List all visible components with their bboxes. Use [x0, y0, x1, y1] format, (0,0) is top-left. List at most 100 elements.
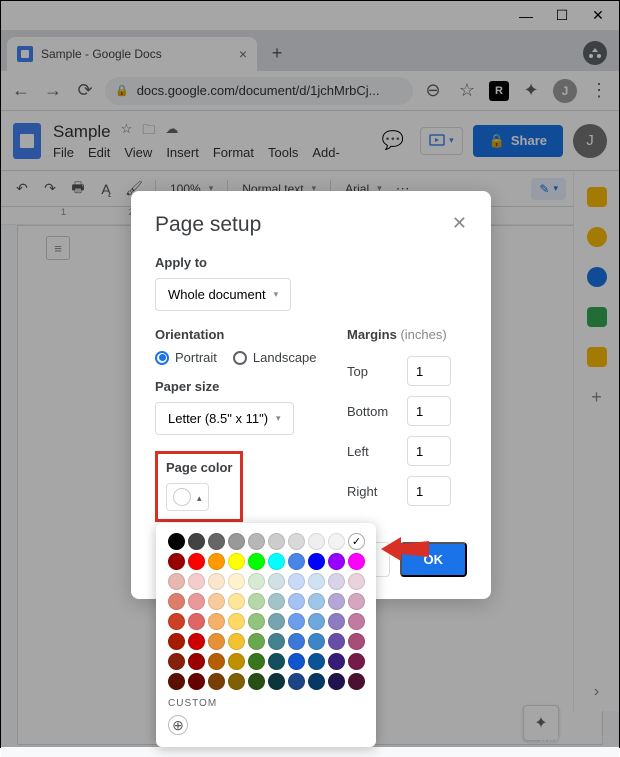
current-color-swatch [173, 488, 191, 506]
color-swatch[interactable] [208, 553, 225, 570]
color-swatch[interactable] [228, 593, 245, 610]
color-swatch[interactable] [248, 553, 265, 570]
orientation-label: Orientation [155, 327, 327, 342]
color-swatch[interactable] [168, 573, 185, 590]
color-swatch[interactable] [348, 573, 365, 590]
color-swatch[interactable] [268, 573, 285, 590]
color-swatch[interactable] [328, 653, 345, 670]
color-swatch[interactable] [168, 553, 185, 570]
color-swatch[interactable] [268, 653, 285, 670]
color-swatch[interactable] [288, 573, 305, 590]
color-picker-popover: ✓ CUSTOM ⊕ [156, 523, 376, 747]
color-swatch[interactable] [228, 673, 245, 690]
color-swatch[interactable] [208, 673, 225, 690]
color-swatch[interactable] [288, 613, 305, 630]
paper-size-label: Paper size [155, 379, 327, 394]
color-swatch[interactable] [188, 593, 205, 610]
color-swatch[interactable] [308, 633, 325, 650]
color-swatch[interactable] [328, 553, 345, 570]
color-swatch[interactable] [228, 553, 245, 570]
margin-left-input[interactable] [407, 436, 451, 466]
color-swatch[interactable] [308, 593, 325, 610]
color-swatch[interactable] [168, 593, 185, 610]
color-swatch[interactable] [308, 613, 325, 630]
color-swatch[interactable] [348, 633, 365, 650]
color-swatch[interactable] [268, 633, 285, 650]
color-swatch[interactable] [248, 633, 265, 650]
color-swatch[interactable] [188, 533, 205, 550]
apply-to-label: Apply to [155, 255, 467, 270]
color-swatch[interactable] [328, 573, 345, 590]
color-swatch[interactable] [268, 613, 285, 630]
portrait-radio[interactable]: Portrait [155, 350, 217, 365]
color-swatch[interactable] [208, 633, 225, 650]
color-swatch[interactable] [248, 573, 265, 590]
color-swatch[interactable] [168, 533, 185, 550]
color-swatch[interactable] [228, 533, 245, 550]
color-swatch[interactable] [268, 533, 285, 550]
color-swatch[interactable] [208, 573, 225, 590]
dialog-close-icon[interactable]: ✕ [452, 213, 467, 237]
add-custom-color-button[interactable]: ⊕ [168, 715, 188, 735]
color-swatch[interactable] [188, 553, 205, 570]
page-color-label: Page color [166, 460, 232, 475]
color-swatch[interactable] [348, 613, 365, 630]
color-swatch[interactable] [268, 673, 285, 690]
color-swatch[interactable] [208, 653, 225, 670]
color-swatch[interactable] [188, 633, 205, 650]
color-swatch[interactable] [208, 533, 225, 550]
color-swatch[interactable] [168, 653, 185, 670]
color-swatch[interactable] [308, 673, 325, 690]
color-swatch[interactable] [168, 673, 185, 690]
landscape-radio[interactable]: Landscape [233, 350, 317, 365]
color-swatch[interactable] [308, 573, 325, 590]
color-swatch[interactable] [268, 593, 285, 610]
color-swatch[interactable] [288, 653, 305, 670]
color-swatch[interactable] [248, 673, 265, 690]
color-swatch[interactable] [188, 613, 205, 630]
color-swatch[interactable] [308, 533, 325, 550]
color-swatch[interactable] [228, 633, 245, 650]
color-swatch[interactable] [328, 593, 345, 610]
color-swatch[interactable] [288, 673, 305, 690]
color-swatch[interactable] [188, 673, 205, 690]
color-swatch[interactable] [168, 633, 185, 650]
apply-to-dropdown[interactable]: Whole document▾ [155, 278, 291, 311]
color-swatch[interactable] [228, 613, 245, 630]
color-swatch[interactable] [228, 573, 245, 590]
color-swatch[interactable] [248, 593, 265, 610]
custom-section-label: CUSTOM [168, 698, 364, 709]
color-swatch[interactable] [208, 593, 225, 610]
color-swatch[interactable] [248, 653, 265, 670]
color-swatch[interactable] [328, 533, 345, 550]
color-swatch[interactable] [348, 593, 365, 610]
color-swatch[interactable] [288, 533, 305, 550]
color-swatch[interactable] [188, 573, 205, 590]
margin-bottom-input[interactable] [407, 396, 451, 426]
color-swatch[interactable] [328, 613, 345, 630]
color-swatch[interactable] [348, 553, 365, 570]
color-swatch[interactable] [348, 653, 365, 670]
color-swatch[interactable] [348, 673, 365, 690]
color-swatch[interactable] [308, 553, 325, 570]
color-swatch[interactable] [248, 533, 265, 550]
color-swatch[interactable] [248, 613, 265, 630]
color-swatch[interactable] [168, 613, 185, 630]
color-swatch[interactable] [288, 633, 305, 650]
color-swatch[interactable] [308, 653, 325, 670]
color-swatch[interactable] [188, 653, 205, 670]
page-color-highlight: Page color [155, 451, 243, 522]
color-swatch[interactable] [208, 613, 225, 630]
margin-right-input[interactable] [407, 476, 451, 506]
annotation-arrow [381, 531, 431, 567]
color-swatch[interactable] [328, 633, 345, 650]
margin-top-input[interactable] [407, 356, 451, 386]
color-swatch[interactable] [268, 553, 285, 570]
color-swatch[interactable] [328, 673, 345, 690]
paper-size-dropdown[interactable]: Letter (8.5" x 11")▾ [155, 402, 294, 435]
page-color-button[interactable] [166, 483, 209, 511]
color-swatch[interactable] [228, 653, 245, 670]
color-swatch[interactable] [288, 593, 305, 610]
color-swatch[interactable]: ✓ [348, 533, 365, 550]
color-swatch[interactable] [288, 553, 305, 570]
